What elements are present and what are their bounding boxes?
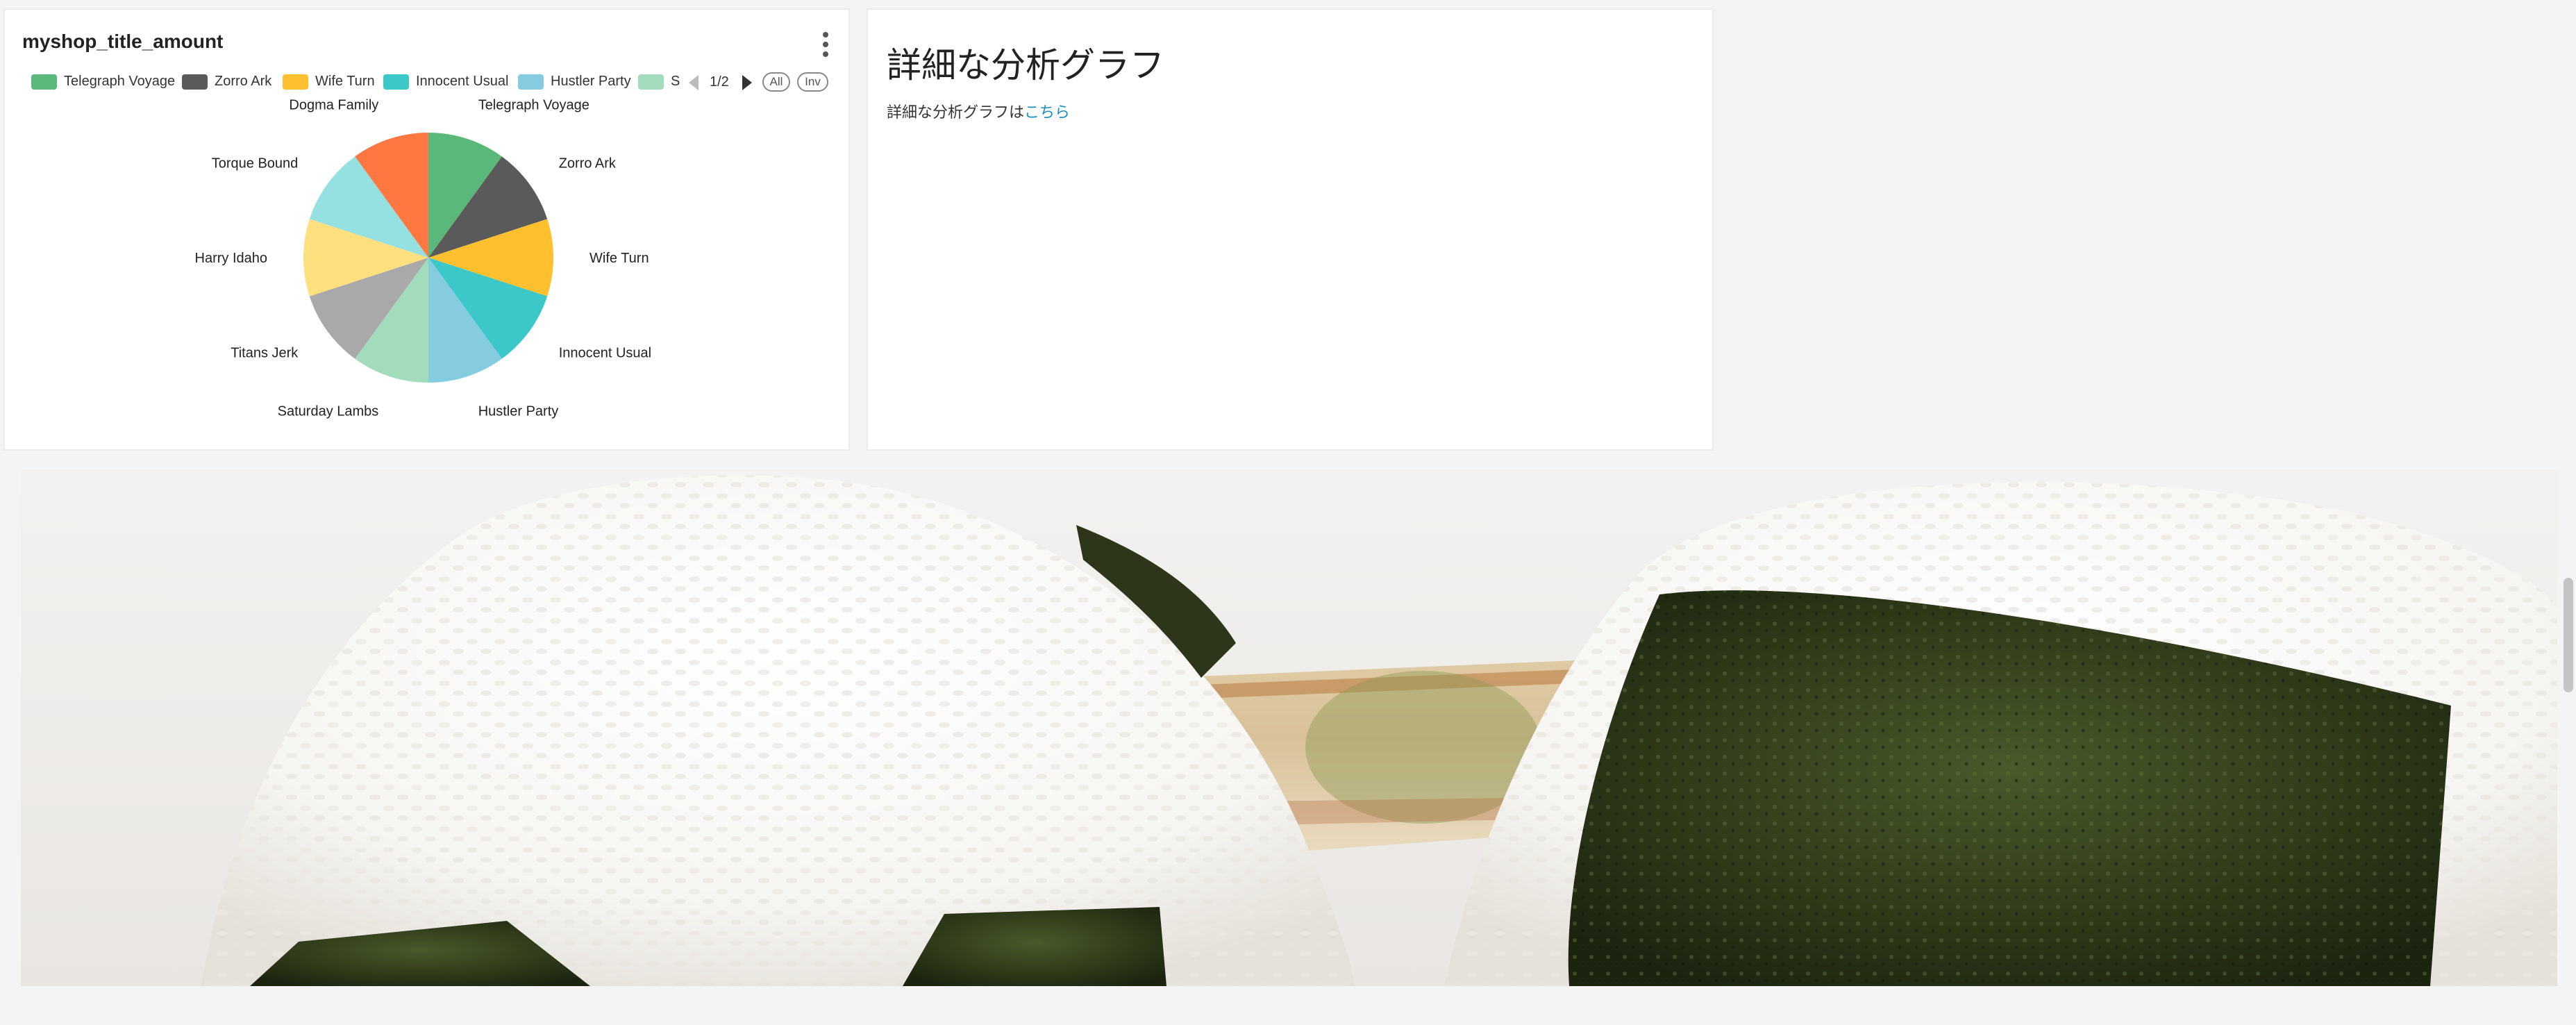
pie-label: Hustler Party xyxy=(478,404,559,419)
pie-label: Torque Bound xyxy=(212,156,299,172)
pie-label: Telegraph Voyage xyxy=(478,97,589,112)
pie-label: Wife Turn xyxy=(589,251,649,266)
body-prefix: 詳細な分析グラフは xyxy=(887,104,1025,122)
pie-label: Innocent Usual xyxy=(559,345,651,360)
pie-chart: Telegraph Voyage Zorro Ark Wife Turn Innoce… xyxy=(195,97,652,419)
detail-link[interactable]: こちら xyxy=(1024,104,1070,122)
text-panel: 詳細な分析グラフ 詳細な分析グラフはこちら xyxy=(867,8,1714,451)
page-scrollbar[interactable] xyxy=(2559,0,2576,1025)
pie-label: Harry Idaho xyxy=(195,251,268,266)
pie-label: Dogma Family xyxy=(289,97,378,112)
pie-label: Zorro Ark xyxy=(559,156,617,172)
pie-label: Saturday Lambs xyxy=(278,404,379,419)
panel-heading: 詳細な分析グラフ xyxy=(887,45,1164,85)
panel-body-text: 詳細な分析グラフはこちら xyxy=(887,100,1070,122)
pie-label: Titans Jerk xyxy=(231,345,299,360)
onigiri-photo xyxy=(21,469,2557,986)
scroll-thumb[interactable] xyxy=(2564,578,2573,692)
chart-panel: myshop_title_amount Telegraph Voyage Zorr… xyxy=(3,8,850,451)
